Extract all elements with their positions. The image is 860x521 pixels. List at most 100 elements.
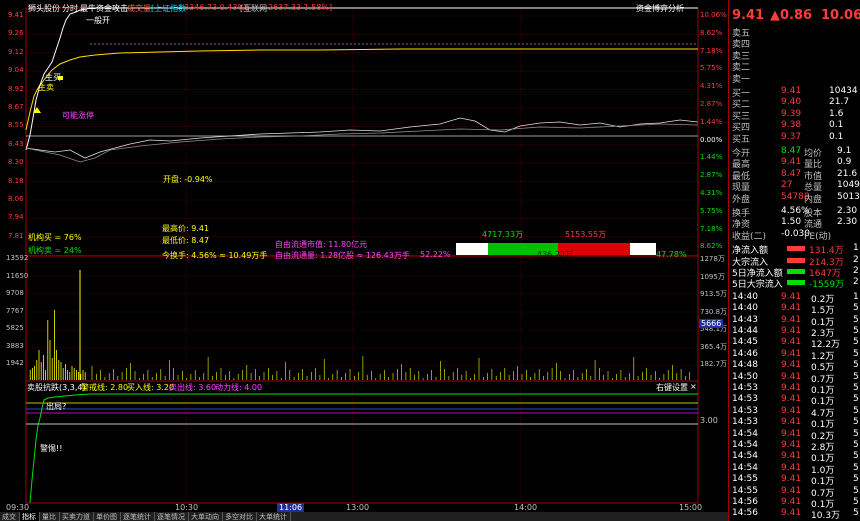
inst-sell-text: 机构卖 = 24% (28, 246, 82, 255)
buy-level-row[interactable]: 买四 9.38 0.1 (729, 120, 860, 133)
stat-v1: 27 (781, 180, 793, 191)
buy-level-vol: 10434 (829, 86, 858, 96)
tick-t: 14:54 (732, 462, 758, 473)
stat-row: 净资 1.50 流通 2.30 (729, 217, 860, 230)
fund-game-link[interactable]: 资金博弈分析 (636, 3, 684, 14)
bottom-tab[interactable]: 买卖力道 (60, 512, 94, 521)
tick-n: 5 (853, 405, 859, 416)
tick-row: 14:40 9.41 1.5万 5 (729, 303, 860, 316)
bottom-tab[interactable]: 指标 (20, 512, 40, 521)
buy-level-row[interactable]: 买一 9.41 10434 (729, 86, 860, 99)
price-axis-label: 9.04 (8, 66, 24, 75)
tick-p: 9.41 (781, 451, 802, 462)
flow-label: 5日大宗流入 (732, 280, 783, 291)
indicator-axis-value: 3.00 (700, 416, 718, 425)
tick-n: 5 (853, 348, 859, 359)
bottom-tab[interactable]: 多空对比 (223, 512, 257, 521)
tick-p: 9.41 (781, 440, 802, 450)
tick-p: 9.41 (781, 314, 802, 325)
tick-t: 14:46 (732, 348, 758, 359)
price-axis-label: 9.26 (8, 29, 24, 38)
open-text: 开盘: -0.94% (163, 175, 213, 184)
tick-t: 14:56 (732, 497, 758, 507)
float-cap-text: 自由流通市值: 11.80亿元 (275, 240, 368, 249)
time-1500: 15:00 (679, 503, 703, 512)
sell-level-row[interactable]: 卖一 (729, 72, 860, 85)
percent-axis-label: 2.87% (700, 171, 723, 180)
bottom-tab[interactable]: 逐笔统计 (121, 512, 155, 521)
buy-level-row[interactable]: 买五 9.37 0.1 (729, 131, 860, 145)
tick-p: 9.41 (781, 337, 802, 348)
tick-row: 14:54 9.41 2.8万 5 (729, 440, 860, 453)
stat-v1: 8.47 (781, 168, 802, 179)
index-label[interactable]: [上证指数 (151, 3, 186, 14)
price-axis-label: 8.18 (8, 176, 24, 185)
indicator-name[interactable]: 卖股抗跌(3,3,4) (27, 382, 86, 393)
tick-t: 14:54 (732, 440, 758, 450)
tick-t: 14:54 (732, 451, 758, 462)
tick-p: 9.41 (781, 371, 802, 382)
bottom-tab[interactable]: 大单动向 (189, 512, 223, 521)
stat-row: 今开 8.47 均价 9.1 (729, 146, 860, 159)
sell-level-row[interactable]: 卖五 (729, 26, 860, 39)
tick-row: 14:54 9.41 0.1万 5 (729, 451, 860, 464)
right-click-settings[interactable]: 右键设置 (656, 382, 688, 393)
bottom-tab[interactable]: 成交 (0, 512, 20, 521)
volume-marker: 5666 (699, 319, 724, 328)
tick-row: 14:55 9.41 0.1万 5 (729, 474, 860, 487)
tick-p: 9.41 (781, 405, 802, 416)
tick-n: 5 (853, 474, 859, 485)
tick-row: 14:54 9.41 0.2万 5 (729, 428, 860, 442)
close-indicator-button[interactable]: × (690, 382, 697, 391)
tick-n: 1 (853, 291, 859, 302)
tick-p: 9.41 (781, 360, 802, 371)
volume-axis-label: 5825 (6, 324, 24, 332)
tick-n: 5 (853, 428, 859, 439)
percent-axis-label: 7.18% (700, 46, 723, 55)
stat-v1: 9.41 (781, 157, 802, 168)
flow-tail: 1 (853, 243, 859, 254)
sell-level-row[interactable]: 卖三 (729, 49, 860, 62)
sell-level-row[interactable]: 卖四 (729, 37, 860, 50)
volume-axis-label: 13592 (6, 254, 29, 262)
volume-axis-label: 182.7万 (700, 360, 728, 368)
stat-v2: 5013 (837, 191, 860, 202)
tick-row: 14:54 9.41 1.0万 5 (729, 462, 860, 476)
tick-row: 14:53 9.41 0.1万 5 (729, 383, 860, 396)
price-axis-label: 8.43 (8, 139, 24, 148)
tick-t: 14:53 (732, 417, 758, 428)
bottom-tab[interactable]: 量比 (40, 512, 60, 521)
intraday-chart-area[interactable]: 狮头股份 分时 最牛资金攻击 成交量 [上证指数 3346.73 0.43%] … (0, 0, 728, 512)
tick-row: 14:55 9.41 0.7万 5 (729, 486, 860, 499)
buy-level-price: 9.37 (781, 131, 802, 142)
buy-level-vol: 21.7 (829, 97, 850, 108)
max-price-text: 最高价: 9.41 (162, 224, 210, 233)
pct-b-text: 47.78% (656, 250, 687, 259)
volume-axis-label: 9708 (6, 289, 24, 297)
bottom-tab[interactable]: 大单统计 (257, 512, 291, 521)
tick-n: 5 (853, 497, 859, 507)
tick-n: 5 (853, 303, 859, 314)
turnover-text: 今换手: 4.56% ≈ 10.49万手 (162, 251, 268, 260)
percent-axis-label: 4.31% (700, 82, 723, 91)
indicator-line (29, 393, 698, 504)
stat-l2: PE(动) (804, 231, 832, 242)
power-line-label: 动力线: 4.00 (215, 383, 263, 392)
volume-axis-label: 365.4万 (700, 342, 728, 351)
mode-label[interactable]: 分时 (62, 3, 78, 14)
bottom-tab[interactable]: 单价图 (94, 512, 121, 521)
tick-p: 9.41 (781, 303, 802, 314)
buy-level-row[interactable]: 买二 9.40 21.7 (729, 97, 860, 110)
tick-row: 14:53 9.41 0.1万 5 (729, 394, 860, 407)
bottom-tab[interactable]: 逐笔情况 (155, 512, 189, 521)
buy-level-vol: 0.1 (829, 131, 844, 142)
other-index-label[interactable]: [互联网 (240, 3, 267, 14)
sell-level-row[interactable]: 卖二 (729, 60, 860, 73)
tick-t: 14:45 (732, 337, 758, 348)
stat-row: 外盘 54788 内盘 5013 (729, 191, 860, 205)
tick-t: 14:43 (732, 314, 758, 325)
buy-level-row[interactable]: 买三 9.39 1.6 (729, 109, 860, 122)
flow-row: 5日大宗流入 -1559万 2 (729, 277, 860, 291)
indicator-label[interactable]: 最牛资金攻击 (80, 3, 128, 14)
tick-row: 14:53 9.41 0.1万 5 (729, 417, 860, 430)
